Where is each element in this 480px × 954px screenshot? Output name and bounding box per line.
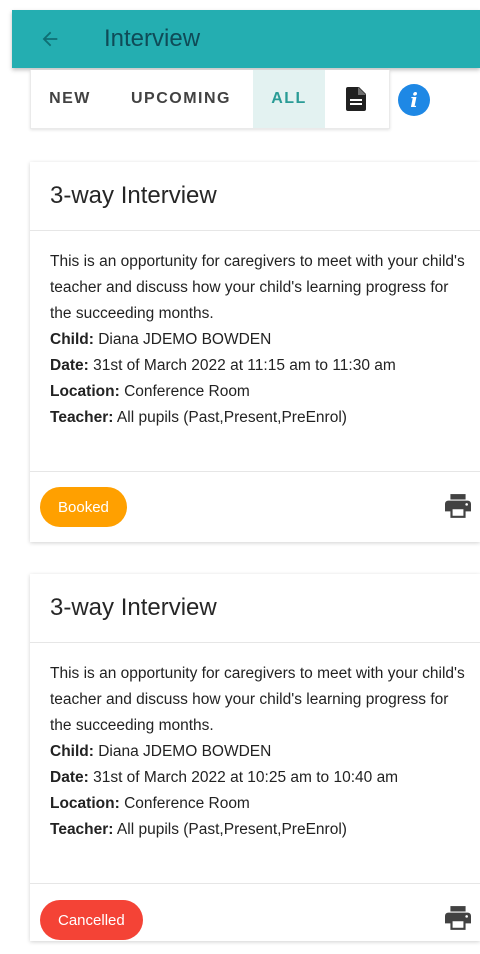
- card-description: This is an opportunity for caregivers to…: [50, 253, 465, 322]
- card-title: 3-way Interview: [30, 162, 480, 231]
- child-field: Child: Diana JDEMO BOWDEN: [50, 739, 470, 765]
- teacher-label: Teacher:: [50, 409, 114, 426]
- back-button[interactable]: [36, 25, 64, 53]
- date-label: Date:: [50, 769, 89, 786]
- location-value: Conference Room: [124, 383, 250, 400]
- status-badge: Booked: [40, 487, 127, 527]
- teacher-label: Teacher:: [50, 821, 114, 838]
- date-value: 31st of March 2022 at 11:15 am to 11:30 …: [93, 357, 396, 374]
- location-value: Conference Room: [124, 795, 250, 812]
- location-label: Location:: [50, 383, 120, 400]
- location-field: Location: Conference Room: [50, 791, 470, 817]
- print-icon: [445, 906, 471, 930]
- card-body: This is an opportunity for caregivers to…: [30, 643, 480, 884]
- tab-upcoming[interactable]: UPCOMING: [109, 70, 253, 128]
- card-footer: Cancelled: [30, 884, 480, 954]
- teacher-field: Teacher: All pupils (Past,Present,PreEnr…: [50, 405, 470, 431]
- print-icon: [445, 494, 471, 518]
- child-field: Child: Diana JDEMO BOWDEN: [50, 327, 470, 353]
- interview-card: 3-way Interview This is an opportunity f…: [30, 574, 480, 941]
- card-footer: Booked: [30, 472, 480, 542]
- app-bar: Interview: [12, 10, 480, 68]
- tab-new[interactable]: NEW: [31, 70, 109, 128]
- page-title: Interview: [104, 25, 201, 52]
- date-label: Date:: [50, 357, 89, 374]
- document-icon: [346, 87, 366, 111]
- print-button[interactable]: [444, 492, 472, 520]
- document-button[interactable]: [325, 70, 387, 128]
- card-body: This is an opportunity for caregivers to…: [30, 231, 480, 472]
- status-badge: Cancelled: [40, 900, 143, 940]
- arrow-left-icon: [42, 31, 58, 47]
- date-field: Date: 31st of March 2022 at 11:15 am to …: [50, 353, 470, 379]
- print-button[interactable]: [444, 904, 472, 932]
- info-button[interactable]: i: [398, 84, 430, 116]
- child-value: Diana JDEMO BOWDEN: [98, 331, 272, 348]
- location-label: Location:: [50, 795, 120, 812]
- child-label: Child:: [50, 331, 94, 348]
- teacher-value: All pupils (Past,Present,PreEnrol): [116, 409, 347, 426]
- location-field: Location: Conference Room: [50, 379, 470, 405]
- info-icon: i: [410, 88, 418, 112]
- teacher-value: All pupils (Past,Present,PreEnrol): [116, 821, 347, 838]
- card-title: 3-way Interview: [30, 574, 480, 643]
- interview-card: 3-way Interview This is an opportunity f…: [30, 162, 480, 542]
- date-value: 31st of March 2022 at 10:25 am to 10:40 …: [93, 769, 399, 786]
- filter-tabs: NEW UPCOMING ALL: [30, 70, 390, 129]
- card-description: This is an opportunity for caregivers to…: [50, 665, 465, 734]
- tab-all[interactable]: ALL: [253, 70, 325, 128]
- date-field: Date: 31st of March 2022 at 10:25 am to …: [50, 765, 470, 791]
- child-label: Child:: [50, 743, 94, 760]
- child-value: Diana JDEMO BOWDEN: [98, 743, 272, 760]
- teacher-field: Teacher: All pupils (Past,Present,PreEnr…: [50, 817, 470, 843]
